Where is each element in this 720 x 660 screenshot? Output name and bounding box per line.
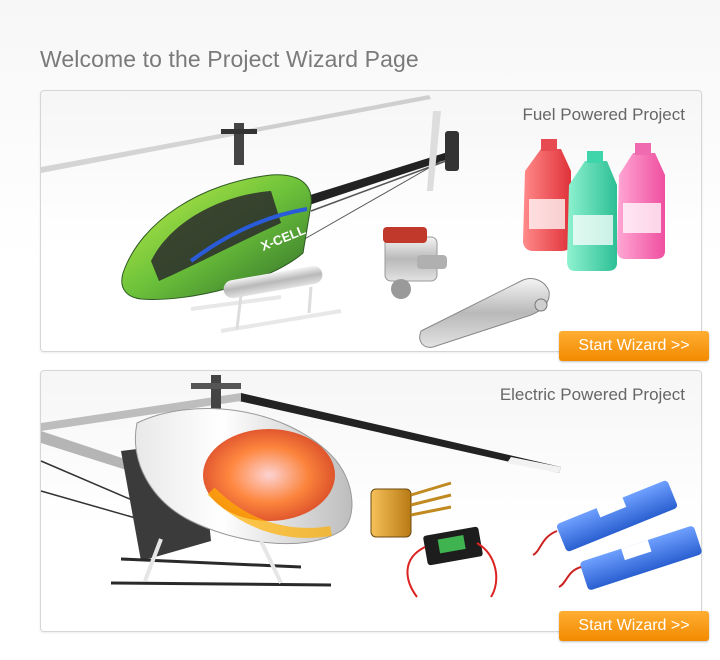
page-title: Welcome to the Project Wizard Page bbox=[40, 46, 419, 72]
fuel-project-illustration: X-CELL bbox=[41, 95, 665, 348]
fuel-project-panel[interactable]: X-CELL Fuel Powered Project Start Wizard… bbox=[40, 90, 709, 361]
brushless-motor bbox=[370, 481, 452, 538]
electric-panel-title: Electric Powered Project bbox=[499, 385, 685, 404]
fuel-bottles bbox=[523, 139, 665, 271]
electric-helicopter bbox=[40, 375, 561, 587]
nitro-engine bbox=[383, 227, 447, 299]
electric-project-illustration bbox=[40, 375, 702, 598]
tuned-pipe bbox=[419, 278, 550, 348]
electric-project-panel[interactable]: Electric Powered Project Start Wizard >> bbox=[40, 370, 709, 641]
electric-start-wizard-button[interactable]: Start Wizard >> bbox=[559, 611, 709, 641]
speed-controller bbox=[406, 526, 498, 598]
fuel-panel-title: Fuel Powered Project bbox=[522, 105, 685, 124]
lipo-batteries bbox=[532, 480, 702, 590]
fuel-start-wizard-button[interactable]: Start Wizard >> bbox=[559, 331, 709, 361]
